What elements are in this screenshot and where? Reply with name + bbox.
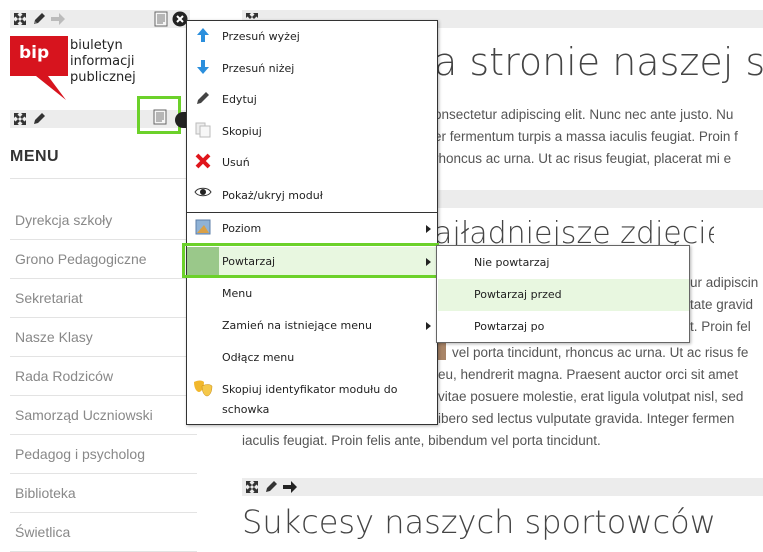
- ctx-label: Przesuń niżej: [222, 62, 295, 75]
- section-title-welcome: a stronie naszej sz: [434, 40, 763, 84]
- ctx-label: Skopiuj identyfikator modułu do schowka: [222, 383, 398, 416]
- ctx-label: Pokaż/ukryj moduł: [222, 189, 323, 202]
- pencil-icon: [187, 90, 219, 106]
- menu-item[interactable]: Biblioteka: [10, 474, 197, 513]
- content-toolbar-3: [242, 478, 763, 496]
- move-icon[interactable]: [12, 111, 28, 127]
- ctx-detach-menu[interactable]: Odłącz menu: [187, 348, 437, 368]
- menu-item[interactable]: Dyrekcja szkoły: [10, 201, 197, 240]
- text-line: er fermentum turpis a massa iaculis feug…: [434, 129, 738, 144]
- ctx-label: Odłącz menu: [222, 351, 295, 364]
- highlight-frame-repeat: [182, 243, 439, 278]
- repeat-submenu: Nie powtarzaj Powtarzaj przed Powtarzaj …: [436, 245, 690, 343]
- ctx-move-up[interactable]: Przesuń wyżej: [187, 27, 437, 47]
- menu-divider: [10, 178, 197, 179]
- ctx-level[interactable]: Poziom: [187, 219, 437, 239]
- module-toolbar-top: [10, 10, 190, 28]
- welcome-paragraph: onsectetur adipiscing elit. Nunc nec ant…: [434, 104, 763, 170]
- copy-icon: [187, 122, 219, 138]
- bip-line2: informacji publicznej: [70, 54, 136, 85]
- photo-paragraph-right: ur adipiscin tate gravid t. Proin fel: [690, 272, 763, 338]
- ctx-copy[interactable]: Skopiuj: [187, 122, 437, 142]
- menu-item[interactable]: Nasze Klasy: [10, 318, 197, 357]
- move-icon[interactable]: [12, 11, 28, 27]
- bip-logo[interactable]: bip biuletyn informacji publicznej: [10, 34, 190, 104]
- content-toolbar-2: [434, 190, 763, 208]
- level-icon: [187, 219, 219, 235]
- bip-line1: biuletyn: [70, 38, 123, 53]
- ctx-label: Poziom: [222, 222, 262, 235]
- menu-item[interactable]: Samorząd Uczniowski: [10, 396, 197, 435]
- eye-icon: [187, 186, 219, 198]
- text-line: onsectetur adipiscing elit. Nunc nec ant…: [434, 107, 734, 122]
- submenu-arrow-icon: [426, 322, 431, 330]
- ctx-move-down[interactable]: Przesuń niżej: [187, 59, 437, 79]
- submenu-no-repeat[interactable]: Nie powtarzaj: [438, 247, 689, 279]
- ctx-label: Usuń: [222, 156, 250, 169]
- ctx-label: Edytuj: [222, 93, 257, 106]
- page-icon[interactable]: [153, 11, 169, 27]
- submenu-arrow-icon: [426, 225, 431, 233]
- edit-icon[interactable]: [31, 11, 47, 27]
- ctx-separator: [187, 212, 437, 213]
- side-menu: Dyrekcja szkoły Grono Pedagogiczne Sekre…: [10, 201, 197, 552]
- section-title-sports: Sukcesy naszych sportowców: [242, 503, 716, 541]
- arrow-right-icon[interactable]: [50, 11, 66, 27]
- move-icon[interactable]: [244, 479, 260, 495]
- menu-item[interactable]: Rada Rodziców: [10, 357, 197, 396]
- arrow-right-icon[interactable]: [282, 479, 298, 495]
- menu-item[interactable]: Sekretariat: [10, 279, 197, 318]
- edit-icon[interactable]: [263, 479, 279, 495]
- menu-item[interactable]: Pedagog i psycholog: [10, 435, 197, 474]
- ctx-menu[interactable]: Menu: [187, 284, 437, 304]
- edit-icon[interactable]: [31, 111, 47, 127]
- arrow-down-icon: [187, 59, 219, 75]
- text-line: iaculis feugiat. Proin felis ante, biben…: [242, 433, 601, 448]
- text-line: tate gravid: [690, 297, 754, 312]
- ctx-label: Skopiuj: [222, 125, 262, 138]
- ctx-label: Menu: [222, 287, 253, 300]
- menu-item[interactable]: Grono Pedagogiczne: [10, 240, 197, 279]
- delete-icon: [187, 153, 219, 169]
- ctx-delete[interactable]: Usuń: [187, 153, 437, 173]
- menu-item[interactable]: Świetlica: [10, 513, 197, 552]
- ctx-toggle-module[interactable]: Pokaż/ukryj moduł: [187, 186, 437, 206]
- ctx-copy-id[interactable]: Skopiuj identyfikator modułu do schowka: [187, 380, 437, 420]
- ctx-label: Przesuń wyżej: [222, 30, 300, 43]
- highlight-frame-page-icon: [137, 96, 181, 134]
- bip-logo-mark: bip: [10, 36, 68, 100]
- submenu-repeat-before[interactable]: Powtarzaj przed: [438, 279, 689, 311]
- ctx-edit[interactable]: Edytuj: [187, 90, 437, 110]
- arrow-up-icon: [187, 27, 219, 43]
- text-line: t. Proin fel: [690, 319, 751, 334]
- text-line: rhoncus ac urna. Ut ac risus feugiat, pl…: [434, 151, 732, 166]
- menu-heading: MENU: [10, 148, 60, 165]
- masks-icon: [187, 380, 219, 398]
- context-menu: Przesuń wyżej Przesuń niżej Edytuj Skopi…: [186, 20, 438, 425]
- svg-text:bip: bip: [19, 43, 49, 63]
- text-line: ur adipiscin: [690, 275, 759, 290]
- submenu-repeat-after[interactable]: Powtarzaj po: [438, 311, 689, 343]
- ctx-label: Zamień na istniejące menu: [222, 319, 372, 332]
- ctx-replace-menu[interactable]: Zamień na istniejące menu: [187, 316, 437, 336]
